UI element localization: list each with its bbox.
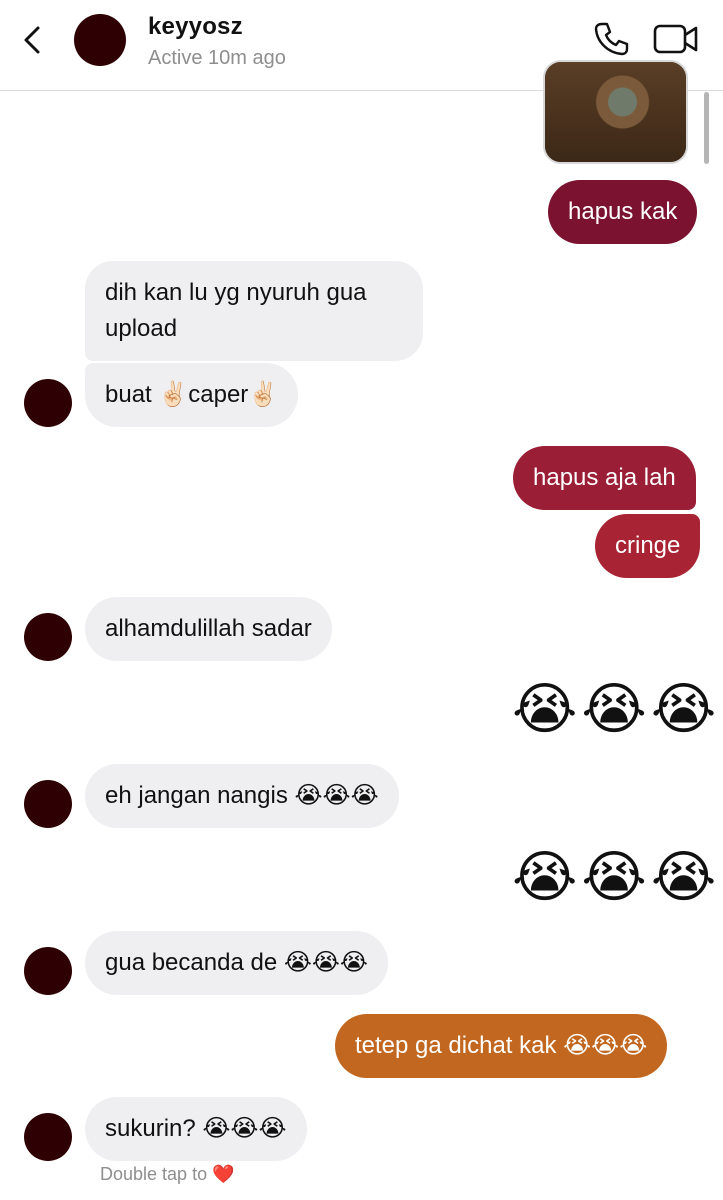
contact-avatar[interactable] [74, 14, 126, 66]
heart-icon: ❤️ [212, 1164, 235, 1184]
voice-call-button[interactable] [592, 20, 630, 58]
contact-avatar-small[interactable] [24, 379, 72, 427]
message-text: eh jangan nangis 😭😭😭 [105, 782, 379, 809]
double-tap-label: Double tap to [100, 1164, 208, 1184]
chevron-left-icon [24, 26, 40, 54]
outgoing-emoji-message[interactable]: 😭😭😭 [512, 846, 720, 910]
photo-content [545, 62, 686, 162]
message-text: gua becanda de 😭😭😭 [105, 949, 368, 976]
message-text: tetep ga dichat kak 😭😭😭 [355, 1032, 648, 1059]
contact-avatar-small[interactable] [24, 1113, 72, 1161]
contact-active-status: Active 10m ago [148, 47, 286, 69]
message-text: sukurin? 😭😭😭 [105, 1115, 287, 1142]
contact-avatar-small[interactable] [24, 613, 72, 661]
incoming-message[interactable]: sukurin? 😭😭😭 [85, 1097, 307, 1161]
incoming-message[interactable]: eh jangan nangis 😭😭😭 [85, 764, 399, 828]
video-call-button[interactable] [653, 22, 699, 56]
outgoing-message[interactable]: hapus aja lah [513, 446, 696, 510]
outgoing-message[interactable]: cringe [595, 514, 701, 578]
outgoing-message[interactable]: tetep ga dichat kak 😭😭😭 [335, 1014, 668, 1078]
back-button[interactable] [18, 22, 48, 58]
contact-avatar-small[interactable] [24, 780, 72, 828]
incoming-message[interactable]: gua becanda de 😭😭😭 [85, 931, 388, 995]
shared-photo[interactable] [543, 60, 688, 164]
outgoing-message[interactable]: hapus kak [548, 180, 698, 244]
message-text: buat ✌🏻caper✌🏻 [105, 381, 279, 408]
double-tap-hint: Double tap to ❤️ [100, 1164, 235, 1185]
video-camera-icon [653, 24, 698, 54]
phone-icon [594, 22, 629, 56]
incoming-message[interactable]: alhamdulillah sadar [85, 597, 332, 661]
scrollbar[interactable] [704, 92, 709, 164]
contact-username[interactable]: keyyosz [148, 13, 243, 41]
contact-avatar-small[interactable] [24, 947, 72, 995]
outgoing-emoji-message[interactable]: 😭😭😭 [512, 678, 720, 742]
incoming-message[interactable]: dih kan lu yg nyuruh gua upload [85, 261, 423, 361]
incoming-message[interactable]: buat ✌🏻caper✌🏻 [85, 363, 299, 427]
